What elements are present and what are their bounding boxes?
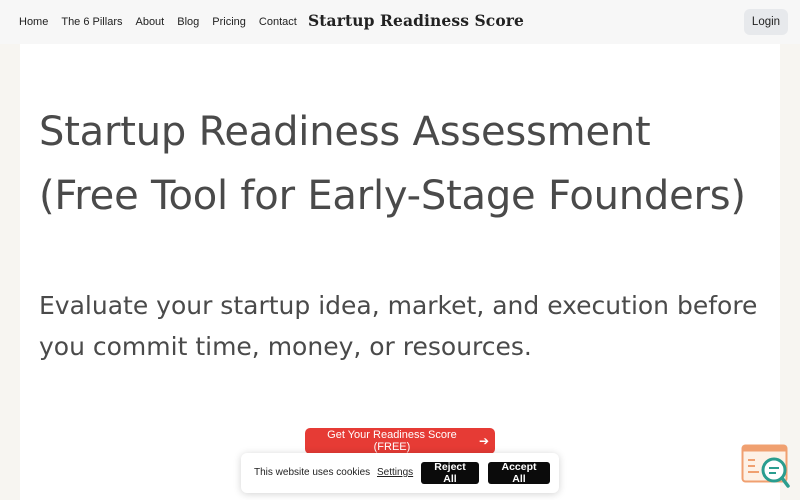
cookie-message: This website uses cookies: [254, 467, 371, 478]
nav-blog[interactable]: Blog: [177, 15, 199, 29]
hero-card: Startup Readiness Assessment (Free Tool …: [20, 44, 780, 500]
get-readiness-score-button[interactable]: Get Your Readiness Score (FREE) ➔: [305, 428, 495, 454]
nav-contact[interactable]: Contact: [259, 15, 297, 29]
reject-all-button[interactable]: Reject All: [421, 461, 479, 485]
hero-subtitle: Evaluate your startup idea, market, and …: [39, 291, 758, 361]
nav-the-6-pillars[interactable]: The 6 Pillars: [61, 15, 122, 29]
arrow-right-icon: ➔: [478, 434, 489, 448]
search-chat-icon: [741, 444, 790, 488]
main-nav: Home The 6 Pillars About Blog Pricing Co…: [19, 15, 297, 29]
site-brand[interactable]: Startup Readiness Score: [308, 11, 524, 30]
cookie-consent-banner: This website uses cookies Settings Rejec…: [241, 453, 559, 493]
nav-pricing[interactable]: Pricing: [212, 15, 246, 29]
chat-widget-button[interactable]: [741, 444, 791, 490]
nav-about[interactable]: About: [135, 15, 164, 29]
top-navigation-bar: Home The 6 Pillars About Blog Pricing Co…: [0, 0, 800, 44]
page-title: Startup Readiness Assessment (Free Tool …: [39, 109, 746, 219]
page: Home The 6 Pillars About Blog Pricing Co…: [0, 0, 800, 500]
accept-all-button[interactable]: Accept All: [488, 461, 550, 485]
cookie-settings-link[interactable]: Settings: [377, 467, 413, 478]
login-button[interactable]: Login: [744, 9, 788, 35]
cta-label: Get Your Readiness Score (FREE): [327, 429, 457, 453]
nav-home[interactable]: Home: [19, 15, 48, 29]
